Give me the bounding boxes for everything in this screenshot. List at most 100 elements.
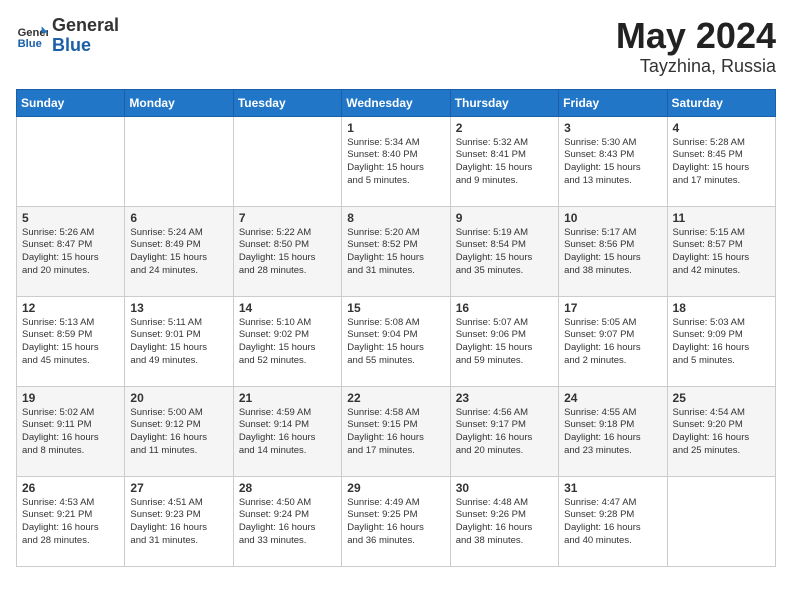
day-info: Sunrise: 5:00 AM Sunset: 9:12 PM Dayligh… — [130, 407, 227, 458]
day-info: Sunrise: 4:53 AM Sunset: 9:21 PM Dayligh… — [22, 497, 119, 548]
day-number: 10 — [564, 211, 661, 225]
day-info: Sunrise: 4:51 AM Sunset: 9:23 PM Dayligh… — [130, 497, 227, 548]
weekday-header-thursday: Thursday — [450, 89, 558, 116]
day-number: 16 — [456, 301, 553, 315]
logo-blue: Blue — [52, 36, 119, 56]
weekday-header-sunday: Sunday — [17, 89, 125, 116]
day-info: Sunrise: 5:19 AM Sunset: 8:54 PM Dayligh… — [456, 227, 553, 278]
day-info: Sunrise: 4:59 AM Sunset: 9:14 PM Dayligh… — [239, 407, 336, 458]
day-info: Sunrise: 5:30 AM Sunset: 8:43 PM Dayligh… — [564, 137, 661, 188]
calendar-table: SundayMondayTuesdayWednesdayThursdayFrid… — [16, 89, 776, 567]
day-number: 18 — [673, 301, 770, 315]
calendar-cell: 10 Sunrise: 5:17 AM Sunset: 8:56 PM Dayli… — [559, 206, 667, 296]
day-number: 17 — [564, 301, 661, 315]
day-number: 9 — [456, 211, 553, 225]
calendar-cell: 31 Sunrise: 4:47 AM Sunset: 9:28 PM Dayli… — [559, 476, 667, 566]
calendar-cell: 20 Sunrise: 5:00 AM Sunset: 9:12 PM Dayli… — [125, 386, 233, 476]
weekday-header-monday: Monday — [125, 89, 233, 116]
weekday-header-wednesday: Wednesday — [342, 89, 450, 116]
day-number: 6 — [130, 211, 227, 225]
calendar-week-row: 12Sunrise: 5:13 AM Sunset: 8:59 PM Dayli… — [17, 296, 776, 386]
day-info: Sunrise: 4:56 AM Sunset: 9:17 PM Dayligh… — [456, 407, 553, 458]
day-info: Sunrise: 5:28 AM Sunset: 8:45 PM Dayligh… — [673, 137, 770, 188]
day-info: Sunrise: 4:48 AM Sunset: 9:26 PM Dayligh… — [456, 497, 553, 548]
logo-general: General — [52, 16, 119, 36]
day-info: Sunrise: 5:13 AM Sunset: 8:59 PM Dayligh… — [22, 317, 119, 368]
day-info: Sunrise: 5:24 AM Sunset: 8:49 PM Dayligh… — [130, 227, 227, 278]
day-info: Sunrise: 5:02 AM Sunset: 9:11 PM Dayligh… — [22, 407, 119, 458]
calendar-cell: 25 Sunrise: 4:54 AM Sunset: 9:20 PM Dayli… — [667, 386, 775, 476]
title-block: May 2024 Tayzhina, Russia — [616, 16, 776, 77]
day-number: 24 — [564, 391, 661, 405]
calendar-cell: 21 Sunrise: 4:59 AM Sunset: 9:14 PM Dayli… — [233, 386, 341, 476]
day-number: 19 — [22, 391, 119, 405]
calendar-cell: 12Sunrise: 5:13 AM Sunset: 8:59 PM Dayli… — [17, 296, 125, 386]
day-number: 31 — [564, 481, 661, 495]
day-number: 4 — [673, 121, 770, 135]
calendar-cell — [125, 116, 233, 206]
calendar-cell: 15 Sunrise: 5:08 AM Sunset: 9:04 PM Dayli… — [342, 296, 450, 386]
svg-text:Blue: Blue — [18, 38, 42, 50]
calendar-week-row: 5Sunrise: 5:26 AM Sunset: 8:47 PM Daylig… — [17, 206, 776, 296]
calendar-cell: 11 Sunrise: 5:15 AM Sunset: 8:57 PM Dayli… — [667, 206, 775, 296]
day-number: 26 — [22, 481, 119, 495]
day-number: 20 — [130, 391, 227, 405]
calendar-cell: 22 Sunrise: 4:58 AM Sunset: 9:15 PM Dayli… — [342, 386, 450, 476]
calendar-cell: 30Sunrise: 4:48 AM Sunset: 9:26 PM Dayli… — [450, 476, 558, 566]
day-info: Sunrise: 4:47 AM Sunset: 9:28 PM Dayligh… — [564, 497, 661, 548]
day-info: Sunrise: 5:10 AM Sunset: 9:02 PM Dayligh… — [239, 317, 336, 368]
calendar-cell: 4 Sunrise: 5:28 AM Sunset: 8:45 PM Daylig… — [667, 116, 775, 206]
calendar-cell: 7 Sunrise: 5:22 AM Sunset: 8:50 PM Daylig… — [233, 206, 341, 296]
day-number: 22 — [347, 391, 444, 405]
calendar-cell: 29Sunrise: 4:49 AM Sunset: 9:25 PM Dayli… — [342, 476, 450, 566]
weekday-header-row: SundayMondayTuesdayWednesdayThursdayFrid… — [17, 89, 776, 116]
day-number: 23 — [456, 391, 553, 405]
logo-icon: General Blue — [16, 20, 48, 52]
day-number: 21 — [239, 391, 336, 405]
calendar-cell: 3 Sunrise: 5:30 AM Sunset: 8:43 PM Daylig… — [559, 116, 667, 206]
day-info: Sunrise: 5:11 AM Sunset: 9:01 PM Dayligh… — [130, 317, 227, 368]
day-number: 8 — [347, 211, 444, 225]
calendar-week-row: 1Sunrise: 5:34 AM Sunset: 8:40 PM Daylig… — [17, 116, 776, 206]
calendar-cell: 5Sunrise: 5:26 AM Sunset: 8:47 PM Daylig… — [17, 206, 125, 296]
day-info: Sunrise: 5:22 AM Sunset: 8:50 PM Dayligh… — [239, 227, 336, 278]
calendar-cell: 9 Sunrise: 5:19 AM Sunset: 8:54 PM Daylig… — [450, 206, 558, 296]
calendar-cell — [667, 476, 775, 566]
calendar-cell — [17, 116, 125, 206]
day-info: Sunrise: 5:15 AM Sunset: 8:57 PM Dayligh… — [673, 227, 770, 278]
day-info: Sunrise: 4:55 AM Sunset: 9:18 PM Dayligh… — [564, 407, 661, 458]
weekday-header-tuesday: Tuesday — [233, 89, 341, 116]
day-number: 25 — [673, 391, 770, 405]
day-number: 5 — [22, 211, 119, 225]
calendar-cell: 14 Sunrise: 5:10 AM Sunset: 9:02 PM Dayli… — [233, 296, 341, 386]
day-number: 2 — [456, 121, 553, 135]
day-info: Sunrise: 5:08 AM Sunset: 9:04 PM Dayligh… — [347, 317, 444, 368]
calendar-cell: 16 Sunrise: 5:07 AM Sunset: 9:06 PM Dayli… — [450, 296, 558, 386]
logo: General Blue General Blue — [16, 16, 119, 56]
day-info: Sunrise: 5:07 AM Sunset: 9:06 PM Dayligh… — [456, 317, 553, 368]
day-number: 14 — [239, 301, 336, 315]
day-number: 13 — [130, 301, 227, 315]
day-info: Sunrise: 4:58 AM Sunset: 9:15 PM Dayligh… — [347, 407, 444, 458]
calendar-week-row: 26 Sunrise: 4:53 AM Sunset: 9:21 PM Dayli… — [17, 476, 776, 566]
calendar-cell — [233, 116, 341, 206]
calendar-cell: 26 Sunrise: 4:53 AM Sunset: 9:21 PM Dayli… — [17, 476, 125, 566]
day-info: Sunrise: 4:54 AM Sunset: 9:20 PM Dayligh… — [673, 407, 770, 458]
calendar-cell: 6 Sunrise: 5:24 AM Sunset: 8:49 PM Daylig… — [125, 206, 233, 296]
calendar-cell: 19 Sunrise: 5:02 AM Sunset: 9:11 PM Dayli… — [17, 386, 125, 476]
calendar-cell: 1Sunrise: 5:34 AM Sunset: 8:40 PM Daylig… — [342, 116, 450, 206]
calendar-cell: 28Sunrise: 4:50 AM Sunset: 9:24 PM Dayli… — [233, 476, 341, 566]
calendar-cell: 8 Sunrise: 5:20 AM Sunset: 8:52 PM Daylig… — [342, 206, 450, 296]
month-year: May 2024 — [616, 16, 776, 56]
day-number: 7 — [239, 211, 336, 225]
day-number: 3 — [564, 121, 661, 135]
day-number: 11 — [673, 211, 770, 225]
day-info: Sunrise: 5:05 AM Sunset: 9:07 PM Dayligh… — [564, 317, 661, 368]
location: Tayzhina, Russia — [616, 56, 776, 77]
day-number: 15 — [347, 301, 444, 315]
day-number: 28 — [239, 481, 336, 495]
weekday-header-friday: Friday — [559, 89, 667, 116]
day-info: Sunrise: 5:20 AM Sunset: 8:52 PM Dayligh… — [347, 227, 444, 278]
day-info: Sunrise: 4:49 AM Sunset: 9:25 PM Dayligh… — [347, 497, 444, 548]
day-info: Sunrise: 5:17 AM Sunset: 8:56 PM Dayligh… — [564, 227, 661, 278]
